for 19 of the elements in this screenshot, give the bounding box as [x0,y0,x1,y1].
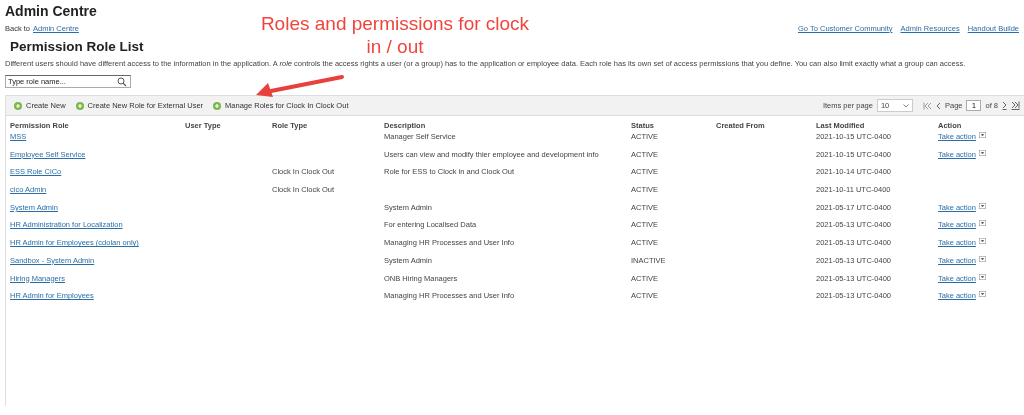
page-title: Permission Role List [10,39,144,56]
page-header-title: Admin Centre [5,2,97,21]
dropdown-icon[interactable] [978,149,986,156]
last-page-icon[interactable] [1011,101,1020,110]
plus-circle-icon [14,101,22,110]
chevron-down-icon [902,103,909,108]
dropdown-icon[interactable] [978,238,986,245]
plus-circle-icon [213,101,222,110]
search-icon [117,76,127,87]
plus-circle-icon [75,101,84,110]
dropdown-icon[interactable] [978,291,986,298]
dropdown-icon[interactable] [978,202,986,209]
dropdown-icon[interactable] [978,255,986,262]
dropdown-icon[interactable] [978,132,986,138]
dropdown-icon[interactable] [978,220,986,227]
next-page-icon[interactable] [1002,101,1007,110]
annotation-text: Roles and permissions for clock in / out [259,12,531,58]
dropdown-icon[interactable] [978,273,986,280]
previous-page-icon[interactable] [935,101,941,110]
